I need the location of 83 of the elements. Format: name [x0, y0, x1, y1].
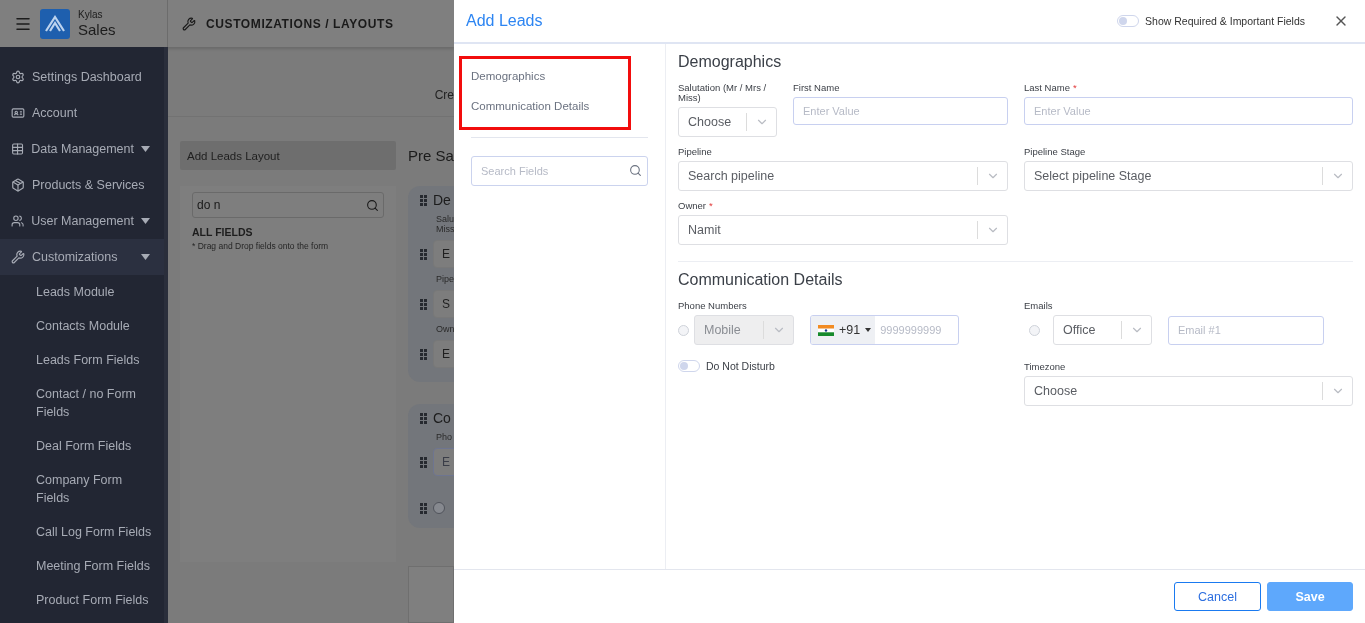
section-link[interactable]: Demographics [471, 61, 628, 91]
email-type-select[interactable]: Office [1053, 315, 1152, 345]
flag-icon [818, 324, 834, 336]
search-field[interactable]: do n [192, 192, 384, 218]
field-label: Salutation (Mr / Mrs / Miss) [678, 83, 768, 103]
caret-icon [141, 254, 150, 260]
section-title: Communication Details [678, 271, 844, 289]
select-field[interactable]: Select pipeline Stage [1024, 161, 1353, 191]
sidebar-item[interactable]: User Management [0, 203, 164, 239]
sidebar-subitem[interactable]: Product Form Fields [0, 583, 164, 617]
sidebar-item[interactable]: Settings Dashboard [0, 59, 164, 95]
country-code[interactable]: +91 [839, 323, 861, 337]
page-title: CUSTOMIZATIONS / LAYOUTS [206, 16, 394, 31]
select-field[interactable]: Namit [678, 215, 1008, 245]
section-heading: ALL FIELDS [192, 226, 254, 238]
drag-handle-icon[interactable] [420, 502, 427, 514]
sidebar-subitem[interactable]: Contacts Module [0, 309, 164, 343]
preview-field: E [433, 340, 454, 368]
field-label: Owner * [678, 201, 714, 211]
text-field[interactable]: Enter Value [1024, 97, 1353, 125]
search-icon [629, 164, 642, 177]
caret-icon [141, 218, 150, 224]
preview-field: S [433, 290, 454, 318]
field-label: Pipeline Stage [1024, 147, 1087, 157]
logo-icon [40, 8, 70, 39]
section-title: De [433, 192, 451, 208]
search-icon [366, 198, 379, 212]
sidebar-item[interactable]: Data Management [0, 131, 164, 167]
preview-field: E [433, 448, 454, 476]
layout-name-bar: Add Leads Layout [180, 141, 396, 170]
toggle-label: Show Required & Important Fields [1145, 15, 1305, 27]
caret-icon [141, 146, 150, 152]
sidebar-item[interactable]: Account [0, 95, 164, 131]
field-label: Salu Miss [435, 214, 454, 234]
toggle-switch[interactable] [1117, 15, 1140, 27]
search-field[interactable]: Search Fields [471, 156, 648, 186]
select-field[interactable]: Search pipeline [678, 161, 1008, 191]
toggle-label: Do Not Disturb [706, 360, 775, 372]
phone-number-input[interactable]: 9999999999 [875, 316, 958, 344]
sidebar-subitem[interactable]: Leads Form Fields [0, 343, 164, 377]
field-label: Pho [435, 432, 453, 442]
preview-field: E [433, 240, 454, 268]
select-field[interactable]: Choose [1024, 376, 1353, 406]
field-label: Emails [1024, 301, 1054, 311]
toggle-switch[interactable] [678, 360, 700, 372]
sidebar-subitem[interactable]: Call Log Form Fields [0, 515, 164, 549]
field-label: Own [435, 324, 454, 334]
radio-button[interactable] [1029, 324, 1040, 336]
sidebar-subitem[interactable]: Company Form Fields [0, 463, 164, 515]
drag-handle-icon[interactable] [420, 194, 427, 206]
modal-title: Add Leads [466, 12, 544, 30]
drag-handle-icon[interactable] [420, 412, 427, 424]
email-field[interactable]: Email #1 [1168, 315, 1324, 345]
field-label: Phone Numbers [678, 301, 748, 311]
caret-icon [865, 328, 872, 332]
sidebar-subitem[interactable]: Meeting Form Fields [0, 549, 164, 583]
radio-button[interactable] [678, 324, 689, 336]
drag-handle-icon[interactable] [420, 348, 427, 360]
section-title: Co [433, 410, 451, 426]
cancel-button[interactable]: Cancel [1174, 582, 1261, 611]
field-label: First Name [793, 83, 841, 93]
section-title: Demographics [678, 53, 783, 71]
field-label: Pipe [435, 274, 454, 284]
preview-title: Pre Sa [408, 147, 454, 164]
tab[interactable]: Cre [434, 87, 454, 102]
sidebar-subitem[interactable]: Deal Form Fields [0, 429, 164, 463]
drag-handle-icon[interactable] [420, 456, 427, 468]
sidebar-subitem[interactable]: Contact / no Form Fields [0, 377, 164, 429]
section-link[interactable]: Communication Details [471, 91, 628, 121]
phone-field[interactable]: +91 9999999999 [810, 315, 959, 345]
sidebar-item[interactable]: Customizations [0, 239, 164, 275]
brand-name: Sales [78, 22, 116, 37]
text-field[interactable]: Enter Value [793, 97, 1008, 125]
hint-text: * Drag and Drop fields onto the form [192, 241, 330, 251]
field-label: Timezone [1024, 362, 1067, 372]
drag-handle-icon[interactable] [420, 248, 427, 260]
sidebar-item[interactable]: Products & Services [0, 167, 164, 203]
select-field[interactable]: Choose [678, 107, 777, 137]
field-label: Last Name * [1024, 83, 1078, 93]
brand-caption: Kylas [78, 10, 104, 20]
sidebar-subitem[interactable]: Leads Module [0, 275, 164, 309]
field-label: Pipeline [678, 147, 713, 157]
drag-handle-icon[interactable] [420, 298, 427, 310]
